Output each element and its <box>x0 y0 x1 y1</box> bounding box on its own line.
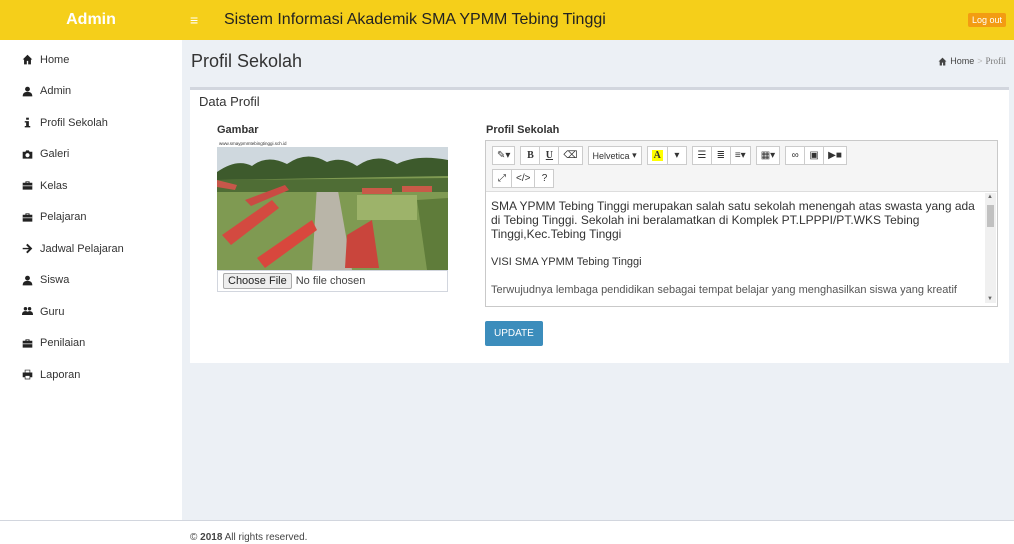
image-icon[interactable]: ▣ <box>804 146 825 165</box>
home-icon <box>22 54 40 65</box>
content-header: Profil Sekolah Home > Profil <box>182 40 1014 82</box>
footer-rights: All rights reserved. <box>224 532 308 543</box>
sidebar-item-label: Admin <box>40 85 72 98</box>
color-dropdown-icon[interactable]: ▾ <box>666 146 687 165</box>
sidebar-item-admin[interactable]: Admin <box>0 76 182 108</box>
sidebar-item-profil-sekolah[interactable]: Profil Sekolah <box>0 107 182 139</box>
camera-icon <box>22 149 40 160</box>
fullscreen-icon[interactable]: ⤢ <box>492 169 512 188</box>
briefcase-icon <box>22 212 40 223</box>
file-input[interactable]: Choose File No file chosen <box>217 270 448 292</box>
box-title: Data Profil <box>199 94 260 109</box>
highlight-color-icon[interactable]: A <box>646 146 668 165</box>
print-icon <box>22 369 40 380</box>
sidebar: Admin Home Admin Profil Sekolah Galeri K… <box>0 0 182 520</box>
choose-file-button[interactable]: Choose File <box>223 273 292 289</box>
profile-box: Data Profil Gambar www.smaypmmtebingting… <box>190 87 1009 363</box>
editor-toolbar: ✎▾ B U ⌫ Helvetica ▾ A ▾ ☰ ≣ ≡▾ ▦▾ ∞ ▣ ▶… <box>486 141 997 192</box>
sidebar-item-kelas[interactable]: Kelas <box>0 170 182 202</box>
user-icon <box>22 86 40 97</box>
code-view-icon[interactable]: </> <box>511 169 536 188</box>
profil-label: Profil Sekolah <box>486 124 560 136</box>
sidebar-item-galeri[interactable]: Galeri <box>0 139 182 171</box>
image-label: Gambar <box>217 124 259 136</box>
video-icon[interactable]: ▶■ <box>823 146 847 165</box>
scroll-up-icon[interactable]: ▲ <box>987 194 993 200</box>
sidebar-item-label: Laporan <box>40 368 81 381</box>
sidebar-item-label: Jadwal Pelajaran <box>40 242 124 255</box>
image-watermark: www.smaypmmtebingtinggi.sch.id <box>219 141 287 146</box>
font-name: Helvetica <box>592 150 630 161</box>
sidebar-item-label: Kelas <box>40 179 68 192</box>
editor-content[interactable]: SMA YPMM Tebing Tinggi merupakan salah s… <box>486 192 997 305</box>
sidebar-item-penilaian[interactable]: Penilaian <box>0 328 182 360</box>
user-icon <box>22 275 40 286</box>
eraser-icon[interactable]: ⌫ <box>558 146 583 165</box>
visi-heading: VISI SMA YPMM Tebing Tinggi <box>491 256 642 268</box>
ordered-list-icon[interactable]: ≣ <box>710 146 731 165</box>
menu-toggle-icon[interactable]: ≡ <box>190 12 212 28</box>
breadcrumb: Home > Profil <box>938 56 1006 66</box>
sidebar-item-label: Galeri <box>40 148 70 161</box>
briefcase-icon <box>22 338 40 349</box>
help-icon[interactable]: ? <box>534 169 555 188</box>
bold-icon[interactable]: B <box>520 146 541 165</box>
highlight-letter: A <box>651 150 663 161</box>
copyright-symbol: © <box>190 532 198 543</box>
sidebar-item-guru[interactable]: Guru <box>0 296 182 328</box>
breadcrumb-separator: > <box>977 56 983 66</box>
footer: © 2018 All rights reserved. <box>0 520 1014 544</box>
app-title: Sistem Informasi Akademik SMA YPMM Tebin… <box>224 11 606 28</box>
font-family-dropdown[interactable]: Helvetica ▾ <box>587 146 642 165</box>
sidebar-menu: Home Admin Profil Sekolah Galeri Kelas P… <box>0 40 182 391</box>
sidebar-item-label: Profil Sekolah <box>40 116 108 129</box>
content-area: Profil Sekolah Home > Profil Data Profil… <box>182 40 1014 520</box>
footer-year: 2018 <box>200 532 223 543</box>
logout-button[interactable]: Log out <box>967 13 1006 27</box>
sidebar-item-jadwal-pelajaran[interactable]: Jadwal Pelajaran <box>0 233 182 265</box>
sidebar-item-label: Home <box>40 53 70 66</box>
file-status: No file chosen <box>295 275 366 287</box>
users-icon <box>22 306 40 317</box>
scroll-down-icon[interactable]: ▼ <box>987 296 993 302</box>
info-icon <box>22 117 40 128</box>
page-title: Profil Sekolah <box>191 50 303 71</box>
link-icon[interactable]: ∞ <box>785 146 806 165</box>
scroll-thumb[interactable] <box>987 205 994 227</box>
align-dropdown-icon[interactable]: ≡▾ <box>729 146 751 165</box>
school-image: www.smaypmmtebingtinggi.sch.id <box>217 140 448 270</box>
sidebar-item-siswa[interactable]: Siswa <box>0 265 182 297</box>
rich-text-editor: ✎▾ B U ⌫ Helvetica ▾ A ▾ ☰ ≣ ≡▾ ▦▾ ∞ ▣ ▶… <box>485 140 998 307</box>
magic-style-icon[interactable]: ✎▾ <box>492 146 516 165</box>
sidebar-item-pelajaran[interactable]: Pelajaran <box>0 202 182 234</box>
footer-text: © 2018 All rights reserved. <box>190 532 307 543</box>
sidebar-item-label: Siswa <box>40 274 70 287</box>
breadcrumb-current: Profil <box>985 56 1006 66</box>
arrow-right-icon <box>22 243 40 254</box>
table-icon[interactable]: ▦▾ <box>755 146 781 165</box>
sidebar-item-laporan[interactable]: Laporan <box>0 359 182 391</box>
profile-paragraph: SMA YPMM Tebing Tinggi merupakan salah s… <box>491 199 975 241</box>
sidebar-item-label: Penilaian <box>40 337 86 350</box>
update-button[interactable]: UPDATE <box>485 321 543 346</box>
topbar: ≡ Sistem Informasi Akademik SMA YPMM Teb… <box>182 0 1014 40</box>
underline-icon[interactable]: U <box>539 146 560 165</box>
editor-scrollbar[interactable]: ▲ ▼ <box>985 193 996 303</box>
breadcrumb-home[interactable]: Home <box>950 56 974 66</box>
briefcase-icon <box>22 180 40 191</box>
home-icon <box>938 57 947 65</box>
sidebar-item-label: Pelajaran <box>40 211 87 224</box>
sidebar-item-home[interactable]: Home <box>0 44 182 76</box>
unordered-list-icon[interactable]: ☰ <box>691 146 712 165</box>
visi-paragraph: Terwujudnya lembaga pendidikan sebagai t… <box>491 284 957 296</box>
sidebar-item-label: Guru <box>40 305 65 318</box>
sidebar-brand[interactable]: Admin <box>0 0 182 40</box>
